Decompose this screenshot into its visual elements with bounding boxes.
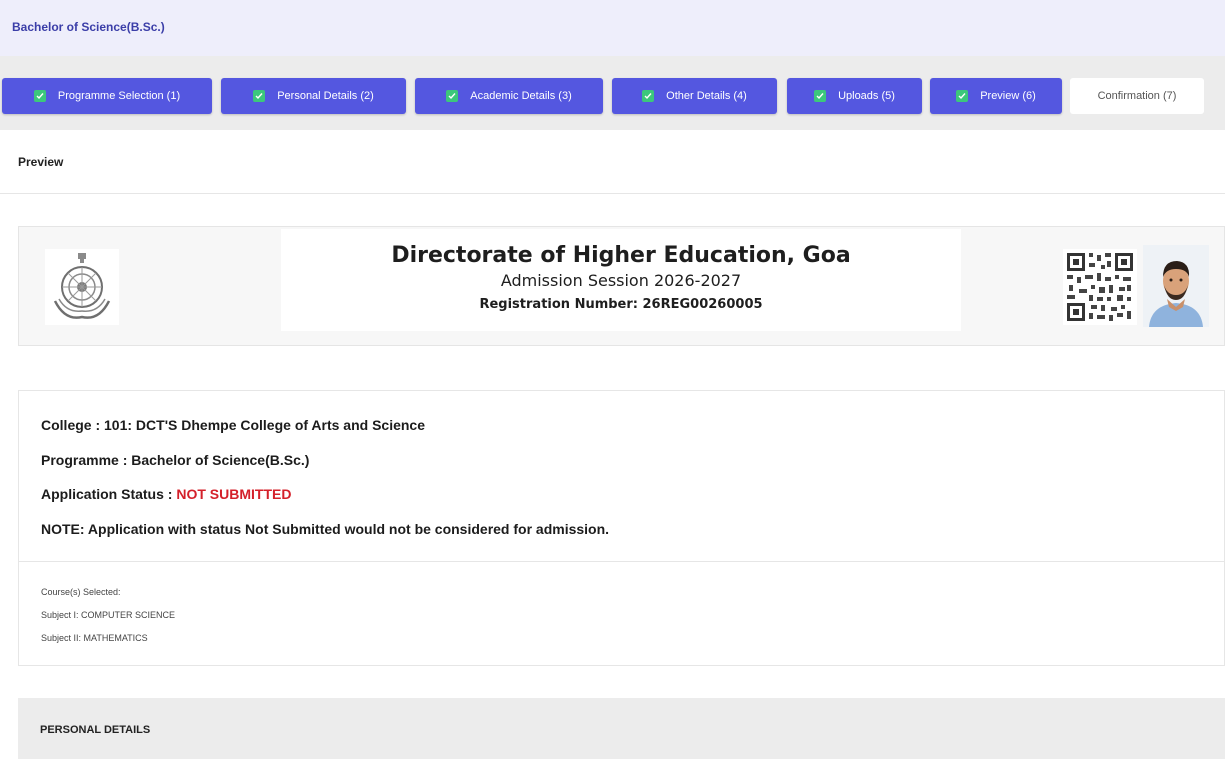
application-status-line: Application Status : NOT SUBMITTED [41, 486, 291, 502]
personal-details-title: PERSONAL DETAILS [40, 724, 151, 736]
check-icon [253, 90, 266, 102]
step-navigation: Programme Selection (1) Personal Details… [0, 56, 1225, 130]
application-info-card: College : 101: DCT'S Dhempe College of A… [18, 390, 1225, 666]
admission-session: Admission Session 2026-2027 [500, 271, 742, 290]
application-header-card: Directorate of Higher Education, Goa Adm… [18, 226, 1225, 346]
step-preview[interactable]: Preview (6) [930, 78, 1062, 114]
step-other-details[interactable]: Other Details (4) [612, 78, 777, 114]
courses-heading: Course(s) Selected: [41, 587, 121, 597]
check-icon [956, 90, 969, 102]
personal-details-section-header: PERSONAL DETAILS [18, 698, 1225, 759]
registration-number: Registration Number: 26REG00260005 [479, 297, 763, 312]
programme-title: Bachelor of Science(B.Sc.) [12, 20, 165, 34]
college-line: College : 101: DCT'S Dhempe College of A… [41, 417, 426, 433]
header-title-block: Directorate of Higher Education, Goa Adm… [281, 229, 961, 331]
government-emblem-icon [45, 249, 119, 325]
step-confirmation[interactable]: Confirmation (7) [1070, 78, 1204, 114]
step-label: Academic Details (3) [470, 90, 572, 102]
note-line: NOTE: Application with status Not Submit… [41, 521, 610, 537]
step-label: Personal Details (2) [277, 90, 374, 102]
step-uploads[interactable]: Uploads (5) [787, 78, 922, 114]
applicant-photo [1143, 245, 1209, 327]
step-academic-details[interactable]: Academic Details (3) [415, 78, 603, 114]
step-personal-details[interactable]: Personal Details (2) [221, 78, 406, 114]
preview-section-header: Preview [0, 130, 1225, 194]
subject-one: Subject I: COMPUTER SCIENCE [41, 610, 176, 620]
subject-two: Subject II: MATHEMATICS [41, 633, 148, 643]
divider [19, 561, 1225, 562]
check-icon [642, 90, 655, 102]
step-label: Confirmation (7) [1097, 90, 1177, 102]
check-icon [446, 90, 459, 102]
step-label: Preview (6) [980, 90, 1036, 102]
check-icon [33, 90, 46, 102]
check-icon [814, 90, 827, 102]
qr-code-icon [1063, 249, 1137, 325]
step-label: Programme Selection (1) [57, 90, 181, 102]
status-label: Application Status : [41, 486, 177, 502]
step-programme-selection[interactable]: Programme Selection (1) [2, 78, 212, 114]
status-value: NOT SUBMITTED [176, 486, 292, 502]
section-title: Preview [18, 155, 64, 169]
organization-name: Directorate of Higher Education, Goa [391, 243, 851, 268]
step-label: Uploads (5) [838, 90, 895, 102]
programme-header: Bachelor of Science(B.Sc.) [0, 0, 1225, 56]
programme-line: Programme : Bachelor of Science(B.Sc.) [41, 452, 310, 468]
step-label: Other Details (4) [666, 90, 747, 102]
